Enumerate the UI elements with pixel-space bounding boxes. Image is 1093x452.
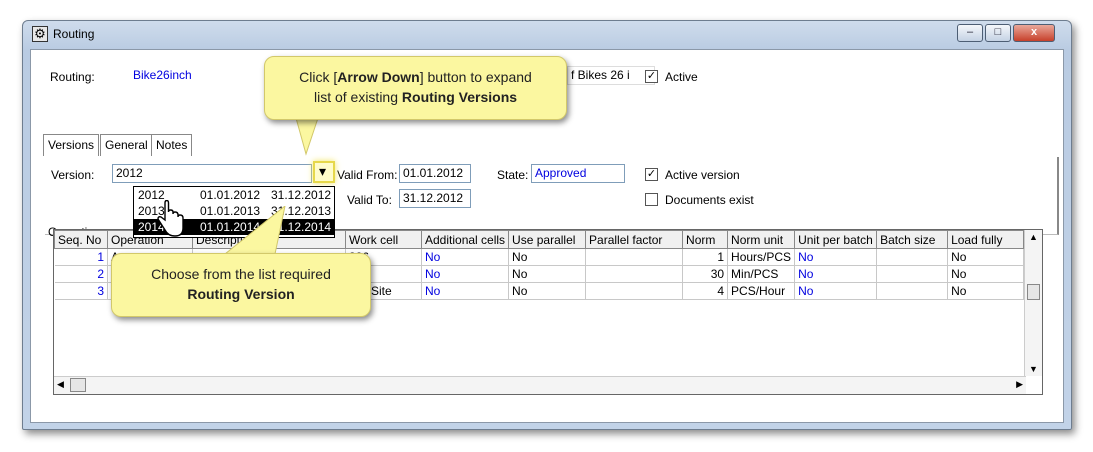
documents-exist-label: Documents exist	[665, 193, 754, 207]
valid-to-field[interactable]: 31.12.2012	[399, 189, 471, 208]
state-field[interactable]: Approved	[531, 164, 625, 183]
documents-exist-checkbox[interactable]	[645, 193, 658, 206]
option-from: 01.01.2012	[200, 188, 261, 202]
vertical-scroll-thumb[interactable]	[1027, 284, 1040, 300]
cell-seq[interactable]: 3	[54, 282, 108, 300]
tab-general[interactable]: General	[100, 134, 153, 156]
cell-norm-unit[interactable]: PCS/Hour	[727, 282, 796, 300]
title-bar: ⚙ Routing – □ x	[23, 21, 1071, 47]
version-label: Version:	[51, 168, 95, 182]
routing-description-field[interactable]: f Bikes 26 i	[567, 66, 655, 85]
version-dropdown-arrow-button[interactable]: ▾	[313, 161, 335, 183]
scroll-right-arrow-icon[interactable]: ▶	[1016, 379, 1023, 390]
cell-additional[interactable]: No	[421, 265, 510, 283]
horizontal-scroll-thumb[interactable]	[70, 378, 86, 392]
cell-load-fully[interactable]: No	[947, 265, 1025, 283]
col-seq-no[interactable]: Seq. No	[54, 230, 108, 249]
col-use-parallel[interactable]: Use parallel	[508, 230, 587, 249]
cell-parallel-factor[interactable]	[585, 282, 684, 300]
maximize-button[interactable]: □	[985, 24, 1011, 42]
cell-norm[interactable]: 1	[682, 248, 729, 266]
version-select[interactable]: 2012	[112, 164, 312, 183]
col-norm[interactable]: Norm	[682, 230, 729, 249]
col-load-fully[interactable]: Load fully	[947, 230, 1025, 249]
cell-batch-size[interactable]	[876, 265, 949, 283]
top-callout-text-1: Click [	[299, 69, 338, 85]
cell-norm-unit[interactable]: Min/PCS	[727, 265, 796, 283]
bottom-callout-bold: Routing Version	[187, 286, 295, 302]
scroll-down-arrow-icon[interactable]: ▼	[1029, 364, 1038, 374]
top-callout-text-2: ] button to expand	[419, 69, 532, 85]
horizontal-scrollbar[interactable]: ◀ ▶	[54, 376, 1026, 394]
close-button[interactable]: x	[1013, 24, 1055, 42]
cell-load-fully[interactable]: No	[947, 248, 1025, 266]
top-callout-bold-1: Arrow Down	[337, 69, 420, 85]
tab-notes[interactable]: Notes	[151, 134, 193, 156]
valid-to-label: Valid To:	[347, 193, 392, 207]
col-unit-per-batch[interactable]: Unit per batch	[794, 230, 878, 249]
cell-norm[interactable]: 30	[682, 265, 729, 283]
cell-additional[interactable]: No	[421, 282, 510, 300]
scroll-left-arrow-icon[interactable]: ◀	[57, 379, 64, 390]
active-checkbox[interactable]: ✓	[645, 70, 658, 83]
arrow-down-icon: ▾	[319, 163, 327, 179]
routing-label: Routing:	[50, 70, 95, 84]
cell-use-parallel[interactable]: No	[508, 265, 587, 283]
option-to: 31.12.2012	[271, 188, 332, 202]
bottom-callout: Choose from the list required Routing Ve…	[111, 253, 371, 317]
cell-parallel-factor[interactable]	[585, 248, 684, 266]
col-batch-size[interactable]: Batch size	[876, 230, 949, 249]
vertical-scrollbar[interactable]: ▲ ▼	[1024, 230, 1042, 376]
cell-norm-unit[interactable]: Hours/PCS	[727, 248, 796, 266]
routing-app-icon: ⚙	[32, 26, 48, 42]
cell-use-parallel[interactable]: No	[508, 248, 587, 266]
tab-versions[interactable]: Versions	[43, 134, 100, 156]
valid-from-field[interactable]: 01.01.2012	[399, 164, 471, 183]
col-work-cell[interactable]: Work cell	[345, 230, 422, 249]
cell-batch-size[interactable]	[876, 282, 949, 300]
cell-unit-per-batch[interactable]: No	[794, 265, 878, 283]
top-callout: Click [Arrow Down] button to expand list…	[264, 56, 567, 120]
bottom-callout-text: Choose from the list required	[151, 266, 331, 282]
cell-batch-size[interactable]	[876, 248, 949, 266]
cell-load-fully[interactable]: No	[947, 282, 1025, 300]
col-additional-cells[interactable]: Additional cells	[420, 230, 510, 249]
top-callout-text-3: list of existing	[313, 89, 402, 105]
cell-additional[interactable]: No	[421, 248, 510, 266]
scroll-up-arrow-icon[interactable]: ▲	[1029, 232, 1038, 242]
routing-field[interactable]: Bike26inch	[129, 66, 269, 85]
cell-unit-per-batch[interactable]: No	[794, 282, 878, 300]
cell-seq[interactable]: 1	[54, 248, 108, 266]
cell-seq[interactable]: 2	[54, 265, 108, 283]
window-title: Routing	[53, 27, 95, 41]
cell-norm[interactable]: 4	[682, 282, 729, 300]
active-label: Active	[665, 70, 698, 84]
valid-from-label: Valid From:	[337, 168, 398, 182]
active-version-checkbox[interactable]: ✓	[645, 168, 658, 181]
col-parallel-factor[interactable]: Parallel factor	[585, 230, 684, 249]
cell-parallel-factor[interactable]	[585, 265, 684, 283]
bottom-callout-pointer	[223, 206, 286, 255]
minimize-button[interactable]: –	[957, 24, 983, 42]
cell-use-parallel[interactable]: No	[508, 282, 587, 300]
top-callout-pointer	[295, 118, 319, 156]
hand-cursor-icon	[157, 200, 184, 237]
active-version-label: Active version	[665, 168, 740, 182]
cell-unit-per-batch[interactable]: No	[794, 248, 878, 266]
top-callout-bold-2: Routing Versions	[401, 89, 518, 105]
col-norm-unit[interactable]: Norm unit	[727, 230, 796, 249]
state-label: State:	[497, 168, 529, 182]
